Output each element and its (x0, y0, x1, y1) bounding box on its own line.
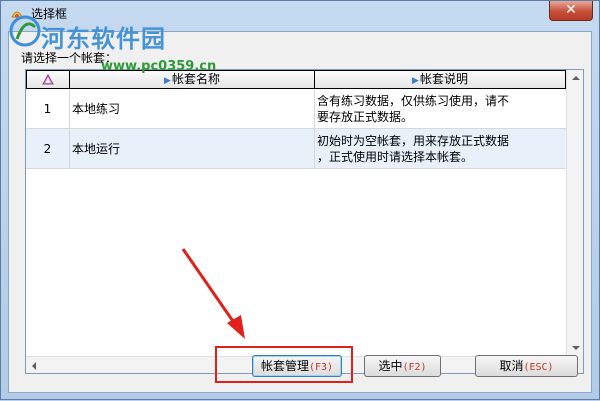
row-index: 1 (26, 89, 70, 129)
header-account-desc-label: 帐套说明 (419, 72, 468, 86)
sort-triangle-icon (42, 74, 54, 85)
select-hotkey: (F2) (402, 362, 427, 373)
header-arrow-icon: ▶ (164, 76, 171, 86)
account-desc: 含有练习数据，仅供练习使用，请不 要存放正式数据。 (315, 89, 566, 129)
account-desc-line: ，正式使用时请选择本帐套。 (317, 150, 474, 164)
select-label: 选中 (378, 359, 403, 373)
scroll-left-icon[interactable] (32, 362, 36, 370)
account-desc: 初始时为空帐套，用来存放正式数据 ，正式使用时请选择本帐套。 (315, 129, 566, 169)
account-grid[interactable]: ▶帐套名称 ▶帐套说明 1 本地练习 含有练习数据，仅供练习使用，请不 要存放正… (25, 69, 584, 374)
table-row[interactable]: 1 本地练习 含有练习数据，仅供练习使用，请不 要存放正式数据。 (26, 89, 566, 129)
annotation-highlight-box (215, 346, 353, 383)
dialog-body: 请选择一个帐套： ▶帐套名称 ▶帐套说明 1 本地练习 含有练习数据，仅供练习使… (8, 31, 592, 393)
row-index: 2 (26, 129, 70, 169)
scroll-down-icon[interactable] (572, 346, 580, 350)
prompt-label: 请选择一个帐套： (21, 51, 118, 65)
close-button[interactable]: ✕ (549, 1, 593, 21)
dialog-window: 选择框 ✕ 请选择一个帐套： ▶帐套名称 ▶帐套说明 1 本地练习 含有练习数据… (0, 0, 600, 400)
select-button[interactable]: 选中(F2) (364, 355, 441, 377)
app-icon (11, 11, 23, 18)
cancel-button[interactable]: 取消(ESC) (475, 355, 578, 377)
header-arrow-icon: ▶ (412, 76, 419, 86)
account-name: 本地运行 (70, 129, 315, 169)
title-bar[interactable]: 选择框 ✕ (1, 1, 599, 25)
header-account-desc[interactable]: ▶帐套说明 (314, 70, 566, 89)
cancel-hotkey: (ESC) (523, 362, 554, 373)
window-title: 选择框 (31, 7, 68, 21)
account-name: 本地练习 (70, 89, 315, 129)
close-icon: ✕ (565, 2, 577, 18)
account-desc-line: 初始时为空帐套，用来存放正式数据 (317, 134, 510, 148)
header-account-name-label: 帐套名称 (171, 72, 220, 86)
header-index-cell[interactable] (26, 70, 70, 89)
scroll-up-icon[interactable] (572, 76, 580, 80)
cancel-label: 取消 (499, 359, 524, 373)
account-desc-line: 含有练习数据，仅供练习使用，请不 (317, 94, 510, 108)
table-row[interactable]: 2 本地运行 初始时为空帐套，用来存放正式数据 ，正式使用时请选择本帐套。 (26, 129, 566, 169)
account-desc-line: 要存放正式数据。 (317, 110, 414, 124)
grid-header: ▶帐套名称 ▶帐套说明 (26, 70, 566, 89)
vertical-scrollbar[interactable] (566, 70, 583, 356)
header-account-name[interactable]: ▶帐套名称 (69, 70, 315, 89)
